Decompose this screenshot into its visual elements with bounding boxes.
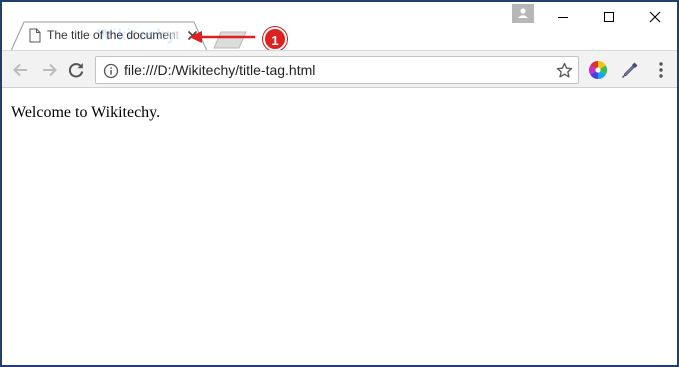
profile-button[interactable] <box>512 4 534 23</box>
minimize-button[interactable] <box>540 2 586 32</box>
page-body-text: Welcome to Wikitechy. <box>11 104 161 121</box>
annotation-arrow-icon <box>189 31 255 43</box>
maximize-button[interactable] <box>586 2 632 32</box>
browser-window: Wikitechy The title of the document 1 fi… <box>0 0 679 367</box>
minimize-icon <box>558 17 568 18</box>
three-dots-vertical-icon[interactable] <box>653 60 669 80</box>
eyedropper-icon[interactable] <box>620 60 640 80</box>
arrow-left-icon[interactable] <box>10 59 32 81</box>
person-icon <box>518 8 528 18</box>
address-bar[interactable]: file:///D:/Wikitechy/title-tag.html <box>95 56 579 84</box>
close-window-icon <box>649 11 661 23</box>
window-close-button[interactable] <box>632 2 677 32</box>
browser-toolbar: file:///D:/Wikitechy/title-tag.html <box>2 50 677 88</box>
page-icon <box>29 28 41 43</box>
page-content: Welcome to Wikitechy. <box>2 89 677 365</box>
info-icon[interactable] <box>103 63 119 79</box>
reload-icon[interactable] <box>65 59 87 81</box>
color-wheel-icon[interactable] <box>588 60 608 80</box>
tab-strip: Wikitechy The title of the document 1 <box>2 2 677 51</box>
arrow-right-icon[interactable] <box>38 59 60 81</box>
url-input[interactable]: file:///D:/Wikitechy/title-tag.html <box>124 62 544 80</box>
browser-tab[interactable]: Wikitechy The title of the document <box>11 21 207 51</box>
star-icon[interactable] <box>556 62 573 79</box>
maximize-icon <box>604 12 614 22</box>
tab-title: The title of the document <box>47 28 180 42</box>
annotation-badge: 1 <box>263 27 287 51</box>
